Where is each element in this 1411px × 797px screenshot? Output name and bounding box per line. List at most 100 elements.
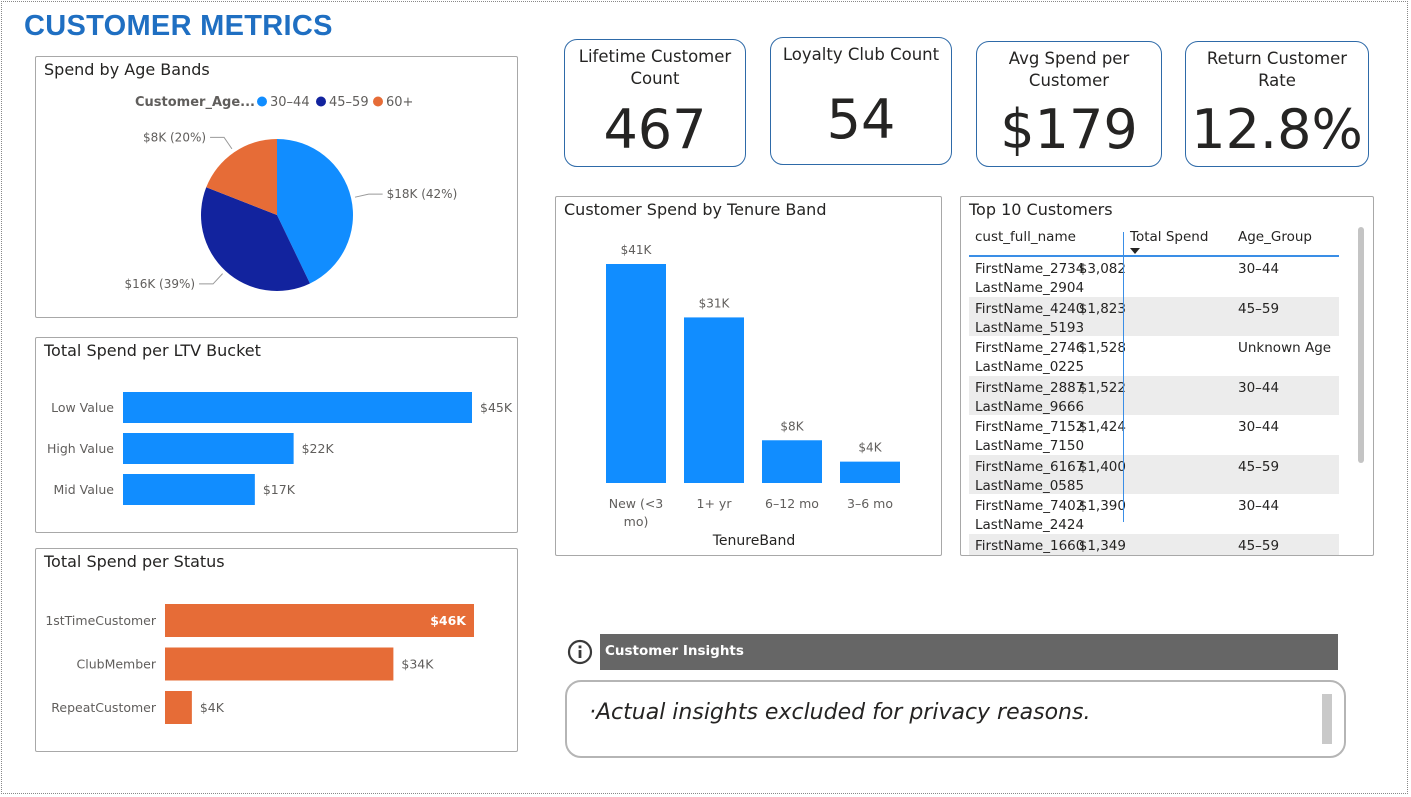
kpi-value: 54 xyxy=(826,88,896,151)
insights-text: ·Actual insights excluded for privacy re… xyxy=(589,700,1091,725)
bar-category-label: RepeatCustomer xyxy=(51,700,157,715)
bar-category-label: Low Value xyxy=(51,400,114,415)
kpi-label: Lifetime Customer Count xyxy=(578,47,732,88)
column-bar[interactable] xyxy=(762,440,822,483)
bar-data-label: $34K xyxy=(401,657,434,672)
cell-total-spend: $1,400 xyxy=(1078,458,1126,475)
cell-first-name: FirstName_2746 xyxy=(975,340,1085,356)
column-category-label: 6–12 mo xyxy=(765,496,819,511)
kpi-card-avg-spend[interactable]: Avg Spend per Customer $179 xyxy=(976,41,1162,167)
bar-data-label: $46K xyxy=(430,613,467,628)
column-header-name[interactable]: cust_full_name xyxy=(975,229,1076,245)
column-category-label: 3–6 mo xyxy=(847,496,893,511)
cell-total-spend: $3,082 xyxy=(1078,261,1126,277)
status-chart-panel[interactable]: Total Spend per Status 1stTimeCustomer $4… xyxy=(35,548,518,752)
pie-leader-line xyxy=(199,273,223,285)
cell-age-group: 30–44 xyxy=(1238,498,1280,514)
table-body: FirstName_2734 LastName_2904 $3,082 30–44 Fi… xyxy=(969,257,1339,555)
column-bar[interactable] xyxy=(606,264,666,483)
bar[interactable] xyxy=(123,474,255,505)
column-category-label: New (<3 mo) xyxy=(609,496,664,529)
column-header-total-spend[interactable]: Total Spend xyxy=(1130,229,1208,245)
cell-total-spend: $1,390 xyxy=(1078,498,1126,514)
kpi-label: Loyalty Club Count xyxy=(782,45,940,64)
cell-first-name: FirstName_7152 xyxy=(975,419,1085,435)
top-customers-panel[interactable]: Top 10 Customers cust_full_name Total Sp… xyxy=(960,196,1374,556)
tenure-chart-panel[interactable]: Customer Spend by Tenure Band TenureBand… xyxy=(555,196,942,556)
cell-first-name: FirstName_2887 xyxy=(975,379,1085,396)
table-row[interactable]: FirstName_4240 LastName_5193 $1,823 45–59 xyxy=(969,296,1339,336)
column-data-label: $41K xyxy=(621,243,653,257)
page-title: CUSTOMER METRICS xyxy=(24,10,333,42)
column-data-label: $4K xyxy=(858,441,882,455)
ltv-bucket-chart-panel[interactable]: Total Spend per LTV Bucket Low Value $45K… xyxy=(35,337,518,533)
kpi-card-return-customer-rate[interactable]: Return Customer Rate 12.8% xyxy=(1185,41,1369,167)
table-header-row: cust_full_name Total Spend Age_Group xyxy=(969,223,1339,257)
kpi-label: Avg Spend per Customer xyxy=(1008,49,1130,90)
bar-category-label: ClubMember xyxy=(77,657,157,672)
cell-last-name: LastName_0585 xyxy=(975,477,1085,494)
table-row[interactable]: FirstName_2746 LastName_0225 $1,528 Unknown… xyxy=(969,336,1339,376)
kpi-value: $179 xyxy=(1000,98,1138,161)
insights-textbox[interactable]: ·Actual insights excluded for privacy re… xyxy=(565,680,1346,758)
cell-age-group: Unknown Age xyxy=(1238,340,1332,356)
bar-data-label: $17K xyxy=(263,482,296,497)
top-customers-title: Top 10 Customers xyxy=(969,200,1113,219)
bar[interactable] xyxy=(165,604,474,637)
table-row[interactable]: FirstName_7402 LastName_2424 $1,390 30–44 xyxy=(969,494,1339,534)
bar-category-label: Mid Value xyxy=(54,482,115,497)
bar-data-label: $4K xyxy=(200,700,225,715)
table-row[interactable]: FirstName_7152 LastName_7150 $1,424 30–44 xyxy=(969,415,1339,455)
sort-descending-icon[interactable] xyxy=(1130,248,1140,254)
column-category-label: 1+ yr xyxy=(697,496,733,511)
cell-first-name: FirstName_4240 xyxy=(975,300,1085,317)
table-row[interactable]: FirstName_1660 $1,349 45–59 xyxy=(969,533,1339,555)
cell-age-group: 30–44 xyxy=(1238,419,1280,435)
column-header-age-group[interactable]: Age_Group xyxy=(1238,229,1312,245)
cell-total-spend: $1,349 xyxy=(1078,537,1126,554)
cell-last-name: LastName_5193 xyxy=(975,319,1085,336)
cell-total-spend: $1,522 xyxy=(1078,379,1126,396)
cell-last-name: LastName_7150 xyxy=(975,438,1085,454)
pie-legend-title: Customer_Age... xyxy=(135,95,255,110)
legend-label[interactable]: 30–44 xyxy=(270,95,310,110)
cell-last-name: LastName_0225 xyxy=(975,359,1085,375)
ltv-bucket-bar-chart: Low Value $45K High Value $22K Mid Value $17K xyxy=(47,392,513,505)
pie-data-label: $16K (39%) xyxy=(124,277,195,291)
cell-last-name: LastName_2904 xyxy=(975,280,1085,296)
column-bar[interactable] xyxy=(684,317,744,483)
age-band-chart-panel[interactable]: Spend by Age Bands Customer_Age... 30–44… xyxy=(35,56,518,318)
bar-category-label: High Value xyxy=(47,441,114,456)
bar[interactable] xyxy=(165,647,394,681)
bar[interactable] xyxy=(165,691,192,724)
status-bar-chart: 1stTimeCustomer $46K ClubMember $34K RepeatC… xyxy=(45,604,474,724)
legend-label[interactable]: 45–59 xyxy=(329,95,369,110)
pie-data-label: $8K (20%) xyxy=(143,130,206,144)
cell-first-name: FirstName_1660 xyxy=(975,537,1085,554)
table-row[interactable]: FirstName_6167 LastName_0585 $1,400 45–59 xyxy=(969,454,1339,494)
cell-total-spend: $1,424 xyxy=(1078,419,1126,435)
bar[interactable] xyxy=(123,433,294,464)
cell-age-group: 45–59 xyxy=(1238,300,1280,317)
info-icon[interactable] xyxy=(567,639,593,665)
bar[interactable] xyxy=(123,392,472,423)
cell-age-group: 30–44 xyxy=(1238,379,1280,396)
bar-data-label: $45K xyxy=(480,400,513,415)
cell-total-spend: $1,823 xyxy=(1078,300,1126,317)
kpi-label: Return Customer Rate xyxy=(1206,49,1348,90)
kpi-value: 12.8% xyxy=(1191,98,1363,161)
cell-age-group: 30–44 xyxy=(1238,261,1280,277)
column-bar[interactable] xyxy=(840,461,900,483)
cell-age-group: 45–59 xyxy=(1238,537,1280,554)
table-row[interactable]: FirstName_2734 LastName_2904 $3,082 30–44 xyxy=(969,257,1339,297)
legend-marker xyxy=(373,96,383,107)
cell-age-group: 45–59 xyxy=(1238,458,1280,475)
insights-scrollbar[interactable] xyxy=(1322,694,1332,744)
table-row[interactable]: FirstName_2887 LastName_9666 $1,522 30–44 xyxy=(969,375,1339,415)
insights-header: Customer Insights xyxy=(600,634,1338,670)
kpi-card-lifetime-customer-count[interactable]: Lifetime Customer Count 467 xyxy=(564,39,746,167)
table-scrollbar[interactable] xyxy=(1358,227,1364,463)
kpi-card-loyalty-club-count[interactable]: Loyalty Club Count 54 xyxy=(770,37,952,165)
legend-label[interactable]: 60+ xyxy=(386,95,413,110)
legend-marker xyxy=(316,96,326,107)
